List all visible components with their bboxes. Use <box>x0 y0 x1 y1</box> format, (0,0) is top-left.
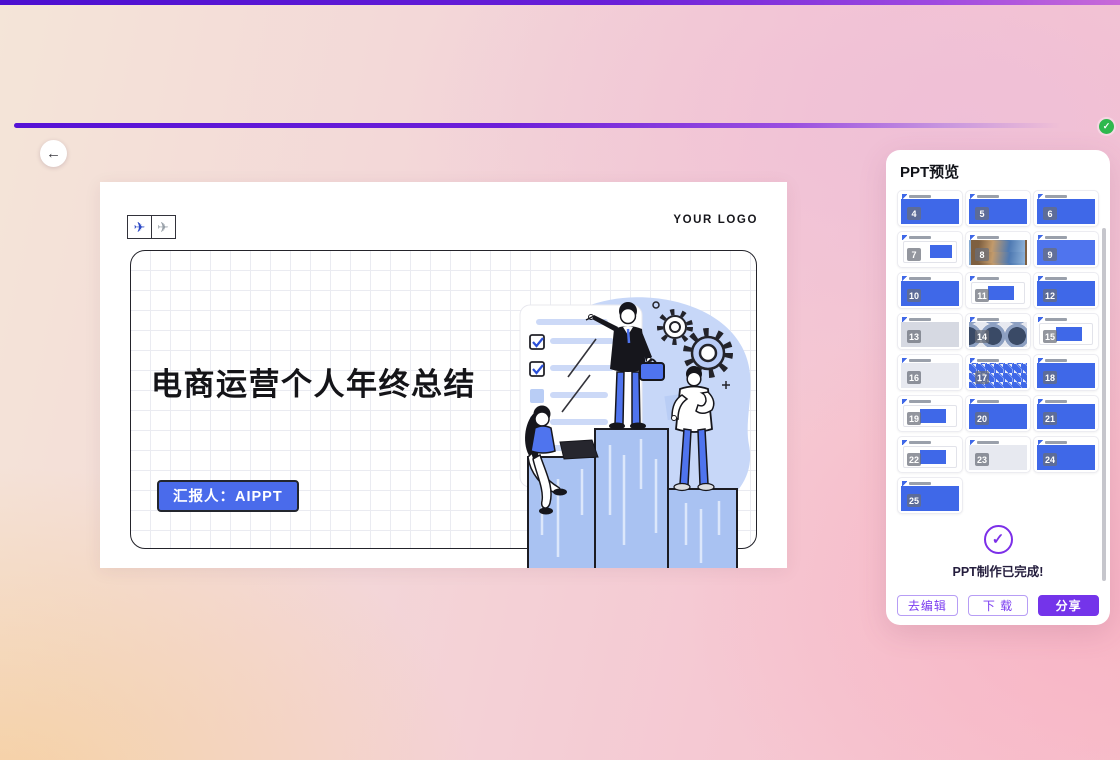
slide-number-badge: 20 <box>975 412 989 425</box>
slide-thumbnail[interactable]: 17 <box>965 354 1031 391</box>
slide-number-badge: 7 <box>907 248 921 261</box>
slide-number-badge: 23 <box>975 453 989 466</box>
slide-thumbnail-grid: 4 5 6 7 8 9 10 11 12 13 14 15 16 17 18 19 20 21 22 23 24 25 <box>897 190 1099 514</box>
slide-thumbnail[interactable]: 14 <box>965 313 1031 350</box>
slide-number-badge: 15 <box>1043 330 1057 343</box>
slide-number-badge: 11 <box>975 289 989 302</box>
slide-thumbnail[interactable]: 6 <box>1033 190 1099 227</box>
slide-thumbnail[interactable]: 24 <box>1033 436 1099 473</box>
slide-thumbnail[interactable]: 13 <box>897 313 963 350</box>
slide-number-badge: 4 <box>907 207 921 220</box>
slide-number-badge: 22 <box>907 453 921 466</box>
slide-thumbnail[interactable]: 25 <box>897 477 963 514</box>
progress-bar <box>14 123 1094 128</box>
slide-number-badge: 5 <box>975 207 989 220</box>
edit-button[interactable]: 去编辑 <box>897 595 958 616</box>
slide-number-badge: 6 <box>1043 207 1057 220</box>
slide-thumbnail[interactable]: 19 <box>897 395 963 432</box>
slide-thumbnail[interactable]: 12 <box>1033 272 1099 309</box>
slide-thumbnail[interactable]: 16 <box>897 354 963 391</box>
presenter-badge: 汇报人：AIPPT <box>157 480 299 512</box>
slide-thumbnail[interactable]: 18 <box>1033 354 1099 391</box>
slide-number-badge: 17 <box>975 371 989 384</box>
slide-thumbnail[interactable]: 20 <box>965 395 1031 432</box>
ppt-preview-panel: PPT预览 4 5 6 7 8 9 10 11 12 13 14 15 16 17 18 19 20 21 22 23… <box>886 150 1110 625</box>
slide-number-badge: 13 <box>907 330 921 343</box>
slide-thumbnail[interactable]: 9 <box>1033 231 1099 268</box>
slide-illustration <box>490 277 787 568</box>
slide-thumbnail[interactable]: 10 <box>897 272 963 309</box>
slide-number-badge: 18 <box>1043 371 1057 384</box>
plane-icon-blue: ✈ <box>127 215 152 239</box>
download-button[interactable]: 下 载 <box>968 595 1029 616</box>
slide-thumbnail[interactable]: 23 <box>965 436 1031 473</box>
slide-number-badge: 14 <box>975 330 989 343</box>
share-button[interactable]: 分享 <box>1038 595 1099 616</box>
slide-thumbnail[interactable]: 15 <box>1033 313 1099 350</box>
slide-thumbnail[interactable]: 21 <box>1033 395 1099 432</box>
slide-thumbnail[interactable]: 5 <box>965 190 1031 227</box>
done-status-text: PPT制作已完成! <box>886 561 1110 580</box>
slide-number-badge: 10 <box>907 289 921 302</box>
progress-complete-icon: ✓ <box>1099 119 1114 134</box>
slide-thumbnail[interactable]: 4 <box>897 190 963 227</box>
back-button[interactable]: ← <box>40 140 67 167</box>
top-accent-bar <box>0 0 1120 5</box>
slide-number-badge: 9 <box>1043 248 1057 261</box>
slide-number-badge: 19 <box>907 412 921 425</box>
slide-thumbnail[interactable]: 11 <box>965 272 1031 309</box>
plane-icon-gray: ✈ <box>151 215 176 239</box>
slide-logo-text: YOUR LOGO <box>673 214 758 226</box>
panel-title: PPT预览 <box>900 161 959 182</box>
slide-number-badge: 12 <box>1043 289 1057 302</box>
slide-preview: ✈ ✈ YOUR LOGO 电商运营个人年终总结 汇报人：AIPPT <box>100 182 787 568</box>
slide-number-badge: 21 <box>1043 412 1057 425</box>
slide-title: 电商运营个人年终总结 <box>151 359 476 404</box>
slide-number-badge: 16 <box>907 371 921 384</box>
slide-number-badge: 24 <box>1043 453 1057 466</box>
slide-thumbnail[interactable]: 7 <box>897 231 963 268</box>
plane-icons: ✈ ✈ <box>127 215 176 239</box>
slide-thumbnail[interactable]: 8 <box>965 231 1031 268</box>
slide-number-badge: 8 <box>975 248 989 261</box>
done-check-icon: ✓ <box>984 525 1013 554</box>
slide-number-badge: 25 <box>907 494 921 507</box>
slide-thumbnail[interactable]: 22 <box>897 436 963 473</box>
